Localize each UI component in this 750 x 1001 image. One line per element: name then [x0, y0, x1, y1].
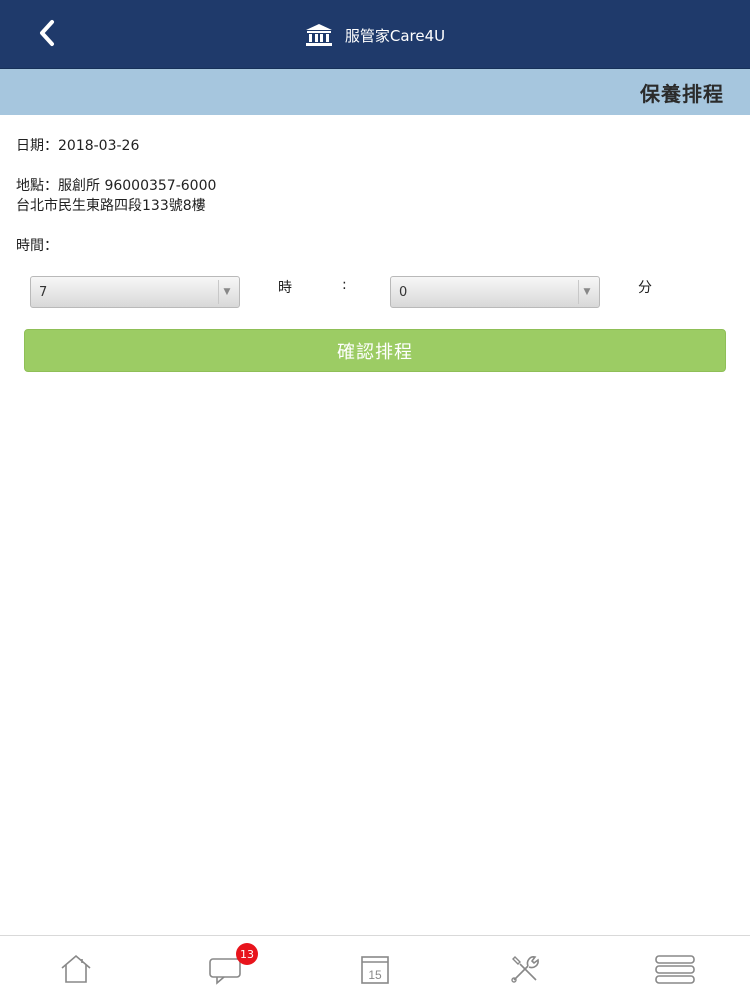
- time-label: 時間：: [16, 238, 58, 254]
- menu-icon: [655, 955, 695, 984]
- hour-unit-label: 時: [278, 280, 292, 296]
- tools-icon: [511, 956, 539, 983]
- tab-tools[interactable]: [495, 944, 555, 994]
- top-navigation-bar: 服管家Care4U: [0, 0, 750, 69]
- calendar-icon: 15: [361, 956, 389, 984]
- page-header: 保養排程: [0, 69, 750, 115]
- home-icon: [61, 954, 91, 983]
- tab-home[interactable]: [46, 944, 106, 994]
- hour-select[interactable]: 7 ▼: [30, 276, 240, 308]
- page-title: 保養排程: [640, 82, 724, 106]
- location-block: 地點：服創所 96000357-6000 台北市民生東路四段133號8樓: [16, 176, 216, 216]
- bottom-tab-bar: 15: [0, 935, 750, 1001]
- date-text: 日期：2018-03-26: [16, 138, 140, 154]
- tab-calendar[interactable]: 15: [345, 944, 405, 994]
- confirm-schedule-button[interactable]: 確認排程: [24, 329, 726, 372]
- app-brand: 服管家Care4U: [0, 20, 750, 50]
- tab-menu[interactable]: [645, 944, 705, 994]
- chevron-down-icon: ▼: [578, 280, 595, 304]
- minute-select[interactable]: 0 ▼: [390, 276, 600, 308]
- bank-building-icon: [305, 23, 333, 47]
- calendar-day-text: 15: [368, 968, 382, 982]
- chevron-down-icon: ▼: [218, 280, 235, 304]
- address-text: 台北市民生東路四段133號8樓: [16, 198, 206, 214]
- unread-count-badge: 13: [236, 943, 258, 965]
- minute-unit-label: 分: [638, 280, 652, 296]
- app-title: 服管家Care4U: [344, 26, 446, 45]
- time-separator: :: [342, 277, 347, 293]
- hour-select-value: 7: [39, 285, 48, 300]
- location-text: 地點：服創所 96000357-6000: [16, 178, 217, 194]
- minute-select-value: 0: [399, 285, 408, 300]
